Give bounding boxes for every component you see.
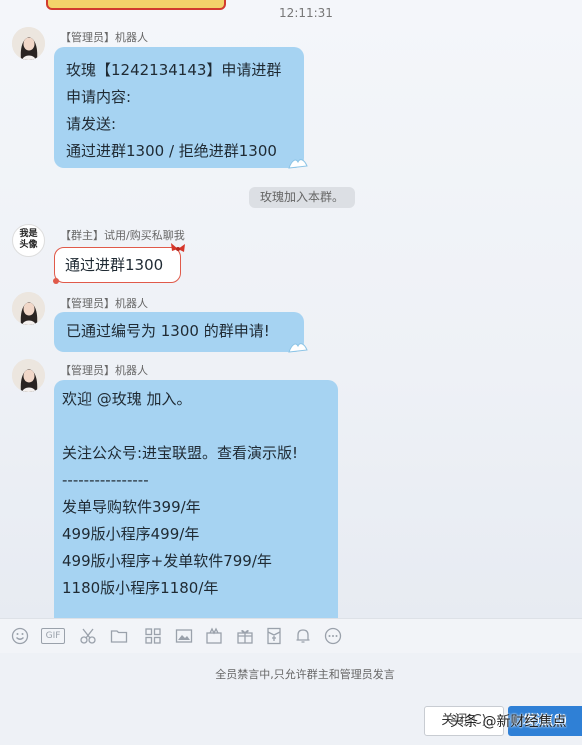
role-badge: 【群主】 bbox=[60, 229, 104, 242]
message-line: ---------------- bbox=[62, 471, 149, 489]
avatar-owner[interactable]: 我是头像 bbox=[12, 224, 45, 257]
image-icon[interactable] bbox=[175, 627, 193, 645]
message-line: 发单导购软件399/年 bbox=[62, 498, 201, 516]
sender-meta: 【群主】试用/购买私聊我 bbox=[60, 227, 185, 243]
message-line: 欢迎 @玫瑰 加入。 bbox=[62, 390, 192, 408]
message-bubble[interactable]: 玫瑰【1242134143】申请进群 申请内容: 请发送: 通过进群1300 /… bbox=[54, 47, 308, 169]
avatar-admin[interactable] bbox=[12, 359, 45, 392]
app-grid-icon[interactable] bbox=[144, 627, 162, 645]
message-line: 请发送: bbox=[66, 115, 117, 133]
message-line: 已通过编号为 1300 的群申请! bbox=[66, 322, 270, 340]
message-timestamp: 12:11:31 bbox=[279, 6, 333, 20]
flower-decoration-icon bbox=[53, 278, 59, 284]
wave-decoration-icon bbox=[288, 159, 308, 169]
message-line: 499版小程序499/年 bbox=[62, 525, 200, 543]
system-notice: 玫瑰加入本群。 bbox=[249, 187, 355, 208]
chat-panel[interactable]: 12:11:31 【管理员】机器人 玫瑰【1242134143】申请进群 申请内… bbox=[0, 0, 582, 618]
sender-meta: 【管理员】机器人 bbox=[60, 362, 148, 378]
gif-icon[interactable]: GIF bbox=[41, 628, 65, 644]
message-line: 玫瑰【1242134143】申请进群 bbox=[66, 61, 282, 79]
avatar-admin[interactable] bbox=[12, 27, 45, 60]
present-icon[interactable] bbox=[236, 627, 254, 645]
folder-icon[interactable] bbox=[110, 627, 128, 645]
sender-name: 机器人 bbox=[115, 364, 148, 377]
bell-icon[interactable] bbox=[294, 627, 312, 645]
message-line: 申请内容: bbox=[66, 88, 132, 106]
message-line: 通过进群1300 bbox=[65, 256, 164, 274]
sender-name: 机器人 bbox=[115, 31, 148, 44]
role-badge: 【管理员】 bbox=[60, 31, 115, 44]
message-line bbox=[62, 413, 338, 440]
message-line: 1180版小程序1180/年 bbox=[62, 579, 219, 597]
message-bubble[interactable]: 已通过编号为 1300 的群申请! bbox=[54, 312, 308, 353]
emoji-icon[interactable] bbox=[11, 627, 29, 645]
message-bubble[interactable]: 欢迎 @玫瑰 加入。 关注公众号:进宝联盟。查看演示版! -----------… bbox=[54, 380, 338, 618]
role-badge: 【管理员】 bbox=[60, 364, 115, 377]
watermark: 头条 @新财经焦点 bbox=[450, 714, 567, 730]
mute-notice: 全员禁言中,只允许群主和管理员发言 bbox=[215, 668, 395, 681]
sender-meta: 【管理员】机器人 bbox=[60, 295, 148, 311]
message-bubble-owner[interactable]: 通过进群1300 bbox=[53, 243, 185, 284]
gift-box-icon[interactable] bbox=[205, 627, 223, 645]
wave-decoration-icon bbox=[288, 343, 308, 353]
scissors-icon[interactable] bbox=[79, 627, 97, 645]
red-envelope-icon[interactable] bbox=[265, 627, 283, 645]
sender-name: 试用/购买私聊我 bbox=[104, 229, 185, 242]
avatar-text: 我是头像 bbox=[19, 229, 38, 250]
bow-decoration-icon bbox=[171, 243, 185, 252]
message-line: 499版小程序+发单软件799/年 bbox=[62, 552, 272, 570]
message-line: 通过进群1300 / 拒绝进群1300 bbox=[66, 142, 277, 160]
sender-name: 机器人 bbox=[115, 297, 148, 310]
input-toolbar: GIF bbox=[0, 618, 582, 653]
avatar-admin[interactable] bbox=[12, 292, 45, 325]
more-icon[interactable] bbox=[324, 627, 342, 645]
message-line: 关注公众号:进宝联盟。查看演示版! bbox=[62, 444, 299, 462]
sender-meta: 【管理员】机器人 bbox=[60, 29, 148, 45]
role-badge: 【管理员】 bbox=[60, 297, 115, 310]
